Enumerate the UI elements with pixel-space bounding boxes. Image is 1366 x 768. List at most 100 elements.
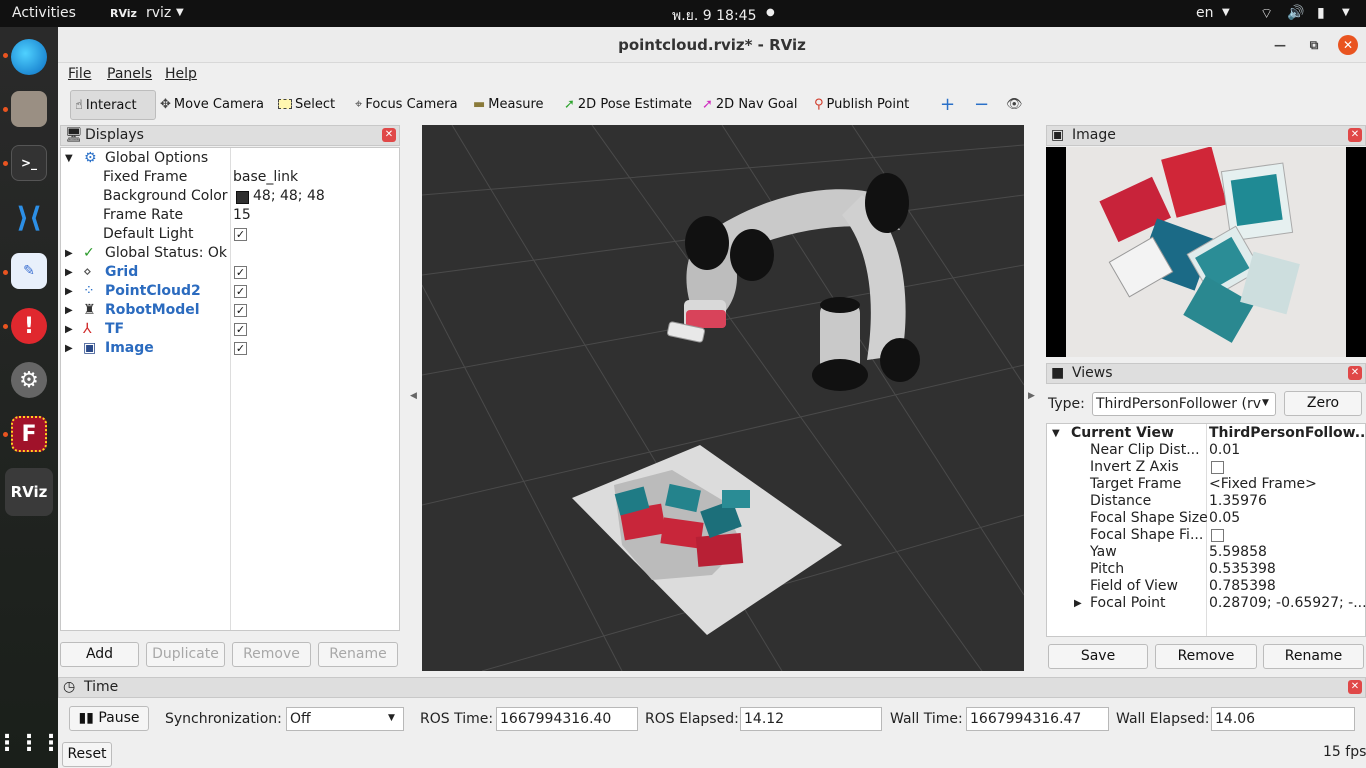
expand-arrow-icon[interactable]: ▶ [65,301,73,320]
global-status-label[interactable]: Global Status: Ok [105,244,227,263]
display-pointcloud2[interactable]: PointCloud2 [105,282,201,301]
view-eye-icon[interactable]: 👁 [1002,90,1023,120]
view-prop-value[interactable]: <Fixed Frame> [1209,476,1317,493]
move-camera-tool[interactable]: ✥ Move Camera [156,90,264,120]
expand-arrow-icon[interactable]: ▼ [65,149,73,168]
render-viewport[interactable] [422,125,1024,671]
close-icon[interactable]: ✕ [1348,128,1362,142]
rviz-dock-icon[interactable]: RViz [5,468,53,516]
expand-arrow-icon[interactable]: ▶ [65,282,73,301]
tf-checkbox[interactable]: ✓ [234,323,247,336]
nav-goal-tool[interactable]: ➚ 2D Nav Goal [698,90,797,120]
display-tf[interactable]: TF [105,320,124,339]
display-robotmodel[interactable]: RobotModel [105,301,200,320]
menu-help[interactable]: Help [165,66,197,82]
view-prop-checkbox[interactable] [1211,461,1224,474]
running-indicator [3,270,8,275]
running-indicator [3,107,8,112]
fixed-frame-value[interactable]: base_link [233,168,298,187]
grid-checkbox[interactable]: ✓ [234,266,247,279]
close-icon[interactable]: ✕ [1348,366,1362,380]
reset-button[interactable]: Reset [62,742,112,767]
expand-arrow-icon[interactable]: ▶ [1074,595,1082,612]
camera-image [1066,147,1346,357]
view-prop-value[interactable]: 0.28709; -0.65927; -... [1209,595,1366,612]
view-prop-value[interactable]: 0.05 [1209,510,1240,527]
language-indicator[interactable]: en [1196,5,1214,21]
maximize-icon[interactable]: ⧉ [1304,35,1324,55]
display-grid[interactable]: Grid [105,263,138,282]
terminal-icon[interactable]: >_ [11,145,47,181]
activities-button[interactable]: Activities [12,5,76,21]
expand-arrow-icon[interactable]: ▶ [65,320,73,339]
expand-arrow-icon[interactable]: ▶ [65,263,73,282]
background-color-value[interactable]: 48; 48; 48 [253,187,325,206]
view-prop-value[interactable]: 0.785398 [1209,578,1276,595]
add-tool-plus-icon[interactable]: + [936,90,955,120]
pose-estimate-tool[interactable]: ➚ 2D Pose Estimate [560,90,692,120]
battery-icon[interactable]: ▮ [1317,5,1325,21]
close-icon[interactable]: ✕ [1348,680,1362,694]
close-icon[interactable]: ✕ [382,128,396,142]
text-editor-icon[interactable]: ✎ [11,253,47,289]
menu-panels[interactable]: Panels [107,66,152,82]
splitter-left-arrow-icon[interactable]: ◀ [410,391,417,401]
zero-button[interactable]: Zero [1284,391,1362,416]
volume-icon[interactable]: 🔊 [1287,5,1304,21]
view-prop-checkbox[interactable] [1211,529,1224,542]
minimize-icon[interactable]: — [1270,35,1290,55]
expand-arrow-icon[interactable]: ▶ [65,339,73,358]
vscode-icon[interactable]: ⟩⟨ [11,199,47,235]
save-view-button[interactable]: Save [1048,644,1148,669]
close-icon[interactable]: ✕ [1338,35,1358,55]
view-prop-value[interactable]: 0.01 [1209,442,1240,459]
add-display-button[interactable]: Add [60,642,139,667]
duplicate-display-button[interactable]: Duplicate [146,642,225,667]
pointcloud2-checkbox[interactable]: ✓ [234,285,247,298]
rename-display-button[interactable]: Rename [318,642,398,667]
view-type-select[interactable]: ThirdPersonFollower (rv [1092,392,1276,416]
wall-elapsed-field[interactable]: 14.06 [1211,707,1355,731]
remove-view-button[interactable]: Remove [1155,644,1257,669]
focus-camera-tool[interactable]: ⌖ Focus Camera [351,90,458,120]
edge-browser-icon[interactable] [11,39,47,75]
background-color-label: Background Color [103,188,228,204]
remove-display-button[interactable]: Remove [232,642,311,667]
clock[interactable]: พ.ย. 9 18:45 [672,5,757,27]
image-checkbox[interactable]: ✓ [234,342,247,355]
select-tool[interactable]: Select [274,90,335,120]
wall-time-field[interactable]: 1667994316.47 [966,707,1109,731]
menu-file[interactable]: File [68,66,91,82]
pause-button[interactable]: ▮▮ Pause [69,706,149,731]
synchronization-label: Synchronization: [165,711,282,727]
measure-tool[interactable]: ▬ Measure [469,90,544,120]
filezilla-icon[interactable]: F [11,416,47,452]
robotmodel-checkbox[interactable]: ✓ [234,304,247,317]
ros-time-field[interactable]: 1667994316.40 [496,707,638,731]
synchronization-select[interactable]: Off [286,707,404,731]
display-image[interactable]: Image [105,339,154,358]
app-menu[interactable]: rviz [146,5,171,21]
splitter-right-arrow-icon[interactable]: ▶ [1028,391,1035,401]
show-apps-grid-icon[interactable]: ⋮⋮⋮ [0,725,62,761]
update-alert-icon[interactable]: ! [11,308,47,344]
rename-view-button[interactable]: Rename [1263,644,1364,669]
default-light-checkbox[interactable]: ✓ [234,228,247,241]
view-prop-value[interactable]: 1.35976 [1209,493,1267,510]
ros-elapsed-field[interactable]: 14.12 [740,707,882,731]
ruler-icon: ▬ [473,97,486,112]
settings-gear-icon[interactable]: ⚙ [11,362,47,398]
color-swatch[interactable] [236,191,249,204]
interact-tool[interactable]: ☝ Interact [70,90,156,120]
expand-arrow-icon[interactable]: ▶ [65,244,73,263]
view-prop-value[interactable]: 5.59858 [1209,544,1267,561]
view-prop-value[interactable]: 0.535398 [1209,561,1276,578]
expand-arrow-icon[interactable]: ▼ [1052,425,1060,442]
remove-tool-minus-icon[interactable]: − [970,90,989,120]
files-icon[interactable] [11,91,47,127]
frame-rate-value[interactable]: 15 [233,206,251,225]
publish-point-tool[interactable]: ⚲ Publish Point [810,90,909,120]
current-view-label[interactable]: Current View [1071,425,1174,442]
network-icon[interactable]: ⌔ [1260,5,1273,23]
global-options-label[interactable]: Global Options [105,149,208,168]
